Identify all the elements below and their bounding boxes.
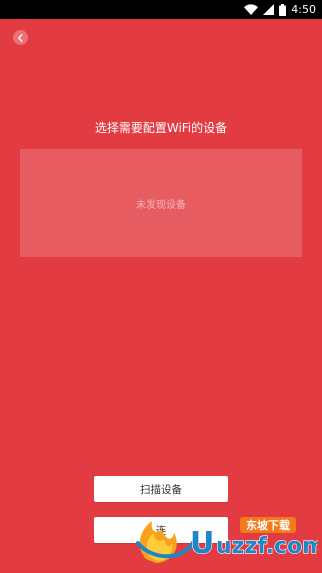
watermark-logo: U 东坡下载 uzzf.com — [132, 503, 322, 567]
signal-icon — [263, 4, 275, 15]
watermark-brand-cn: 东坡下载 — [246, 518, 290, 532]
device-list: 未发现设备 — [20, 149, 302, 257]
back-button[interactable] — [13, 30, 28, 45]
battery-icon — [279, 3, 287, 16]
status-time: 4:50 — [291, 3, 316, 16]
empty-state-text: 未发现设备 — [136, 199, 186, 211]
watermark-brand-en: uzzf.com — [216, 534, 318, 559]
svg-text:U: U — [190, 526, 214, 561]
status-icons: 4:50 — [244, 2, 316, 17]
page-title: 选择需要配置WiFi的设备 — [94, 121, 228, 135]
status-bar: 4:50 — [0, 0, 322, 19]
chevron-left-icon — [18, 33, 23, 42]
scan-devices-button[interactable]: 扫描设备 — [94, 476, 228, 502]
wifi-icon — [244, 4, 259, 15]
